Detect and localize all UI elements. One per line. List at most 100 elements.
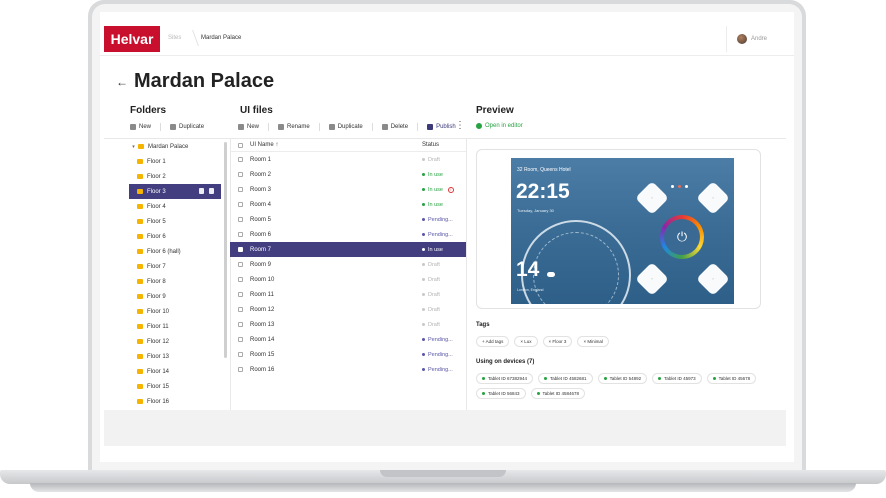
table-row[interactable]: Room 12 Draft: [230, 302, 466, 317]
folder-item[interactable]: Floor 13: [129, 349, 221, 364]
folder-item[interactable]: Floor 11: [129, 319, 221, 334]
device-chip[interactable]: Tablet ID 67382944: [476, 373, 534, 384]
folder-label: Floor 6: [147, 233, 166, 240]
table-row[interactable]: Room 5 Pending...: [230, 212, 466, 227]
table-row[interactable]: Room 16 Pending...: [230, 362, 466, 377]
folder-item[interactable]: Floor 5: [129, 214, 221, 229]
breadcrumb-sites[interactable]: Sites: [168, 35, 181, 41]
folder-icon: [137, 369, 143, 374]
rename-button[interactable]: Rename: [278, 124, 310, 130]
helvar-logo[interactable]: Helvar: [104, 26, 160, 52]
table-row[interactable]: Room 13 Draft: [230, 317, 466, 332]
device-list: Tablet ID 67382944 Tablet ID 4582681 Table…: [476, 373, 766, 399]
laptop-notch: [380, 470, 506, 477]
duplicate-folder-button[interactable]: Duplicate: [170, 124, 204, 130]
device-chip[interactable]: Tablet ID 56843: [476, 388, 526, 399]
device-chip[interactable]: Tablet ID 4584678: [530, 388, 586, 399]
folder-item[interactable]: Floor 7: [129, 259, 221, 274]
folder-item[interactable]: Floor 12: [129, 334, 221, 349]
row-checkbox[interactable]: [238, 337, 243, 342]
table-row[interactable]: Room 15 Pending...: [230, 347, 466, 362]
folder-item[interactable]: Floor 16: [129, 394, 221, 409]
row-checkbox[interactable]: [238, 292, 243, 297]
row-checkbox[interactable]: [238, 307, 243, 312]
table-row[interactable]: Room 9 Draft: [230, 257, 466, 272]
table-row[interactable]: Room 14 Pending...: [230, 332, 466, 347]
user-menu[interactable]: Andre: [726, 26, 767, 52]
delete-button[interactable]: Delete: [381, 124, 408, 130]
folder-item[interactable]: Floor 15: [129, 379, 221, 394]
new-file-button[interactable]: New: [238, 124, 259, 130]
arrow-left-icon[interactable]: ←: [116, 75, 128, 89]
open-editor-link[interactable]: Open in editor: [476, 123, 523, 129]
device-chip[interactable]: Tablet ID 54892: [597, 373, 648, 384]
editor-icon: [476, 123, 482, 129]
folder-icon: [137, 189, 143, 194]
folder-item[interactable]: Floor 10: [129, 304, 221, 319]
toolbar-divider: [371, 123, 373, 131]
warning-icon[interactable]: !: [447, 186, 454, 193]
row-checkbox[interactable]: [238, 232, 243, 237]
table-row[interactable]: Room 6 Pending...: [230, 227, 466, 242]
folder-item[interactable]: Floor 14: [129, 364, 221, 379]
folder-item[interactable]: Floor 2: [129, 169, 221, 184]
folder-item[interactable]: Floor 9: [129, 289, 221, 304]
tag-chip[interactable]: × Floor 3: [542, 336, 573, 347]
device-label: Tablet ID 67382944: [488, 376, 528, 381]
table-row[interactable]: Room 4 In use: [230, 197, 466, 212]
row-checkbox[interactable]: [238, 367, 243, 372]
device-chip[interactable]: Tablet ID 4582681: [538, 373, 593, 384]
row-checkbox[interactable]: [238, 172, 243, 177]
row-checkbox[interactable]: [238, 352, 243, 357]
column-header-name[interactable]: UI Name ↑: [250, 142, 422, 148]
status-badge: Pending...: [422, 232, 453, 238]
table-row[interactable]: Room 11 Draft: [230, 287, 466, 302]
duplicate-file-button[interactable]: Duplicate: [328, 124, 363, 130]
row-checkbox[interactable]: [238, 247, 243, 252]
table-row[interactable]: Room 1 Draft: [230, 152, 466, 167]
tablet-preview[interactable]: 32 Room, Queens Hotel 22:15 Tuesday, Jan…: [511, 158, 734, 304]
row-checkbox[interactable]: [238, 277, 243, 282]
device-chip[interactable]: Tablet ID 45973: [652, 373, 702, 384]
folder-item[interactable]: Floor 6: [129, 229, 221, 244]
select-all-checkbox[interactable]: [238, 142, 243, 148]
chevron-down-icon[interactable]: ▾: [129, 144, 138, 150]
table-row[interactable]: Room 7 In use: [230, 242, 466, 257]
device-chip[interactable]: Tablet ID 45678: [706, 373, 757, 384]
status-dot: [422, 353, 425, 356]
row-checkbox[interactable]: [238, 262, 243, 267]
column-header-status[interactable]: Status: [422, 142, 439, 148]
status-dot: [422, 203, 425, 206]
table-row[interactable]: Room 3 In use!: [230, 182, 466, 197]
row-checkbox[interactable]: [238, 322, 243, 327]
page-title: Mardan Palace: [134, 70, 275, 92]
folder-item[interactable]: Floor 8: [129, 274, 221, 289]
folder-item[interactable]: Floor 4: [129, 199, 221, 214]
folder-label: Floor 12: [147, 338, 170, 345]
toolbar-divider: [268, 123, 270, 131]
add-tag-button[interactable]: + Add tags: [476, 336, 510, 347]
file-plus-icon: [238, 124, 244, 130]
folder-icon: [137, 399, 143, 404]
file-name: Room 13: [250, 321, 275, 328]
row-checkbox[interactable]: [238, 217, 243, 222]
new-folder-button[interactable]: New: [130, 124, 151, 130]
more-options-icon[interactable]: ⋮: [455, 120, 465, 131]
row-checkbox[interactable]: [238, 202, 243, 207]
folder-item[interactable]: Floor 1: [129, 154, 221, 169]
tag-chip[interactable]: × Lux: [514, 336, 538, 347]
publish-button[interactable]: Publish: [427, 124, 456, 130]
pencil-icon[interactable]: [199, 188, 204, 194]
folder-label: Floor 8: [147, 278, 166, 285]
folder-root[interactable]: ▾ Mardan Palace: [129, 139, 221, 154]
row-checkbox[interactable]: [238, 187, 243, 192]
folder-item[interactable]: Floor 3: [129, 184, 221, 199]
file-name: Room 10: [250, 276, 275, 283]
trash-icon[interactable]: [209, 188, 214, 194]
tag-chip[interactable]: × Minimal: [577, 336, 609, 347]
table-row[interactable]: Room 10 Draft: [230, 272, 466, 287]
folder-scrollbar[interactable]: [224, 142, 227, 358]
table-row[interactable]: Room 2 In use: [230, 167, 466, 182]
row-checkbox[interactable]: [238, 157, 243, 162]
folder-item[interactable]: Floor 6 (hall): [129, 244, 221, 259]
